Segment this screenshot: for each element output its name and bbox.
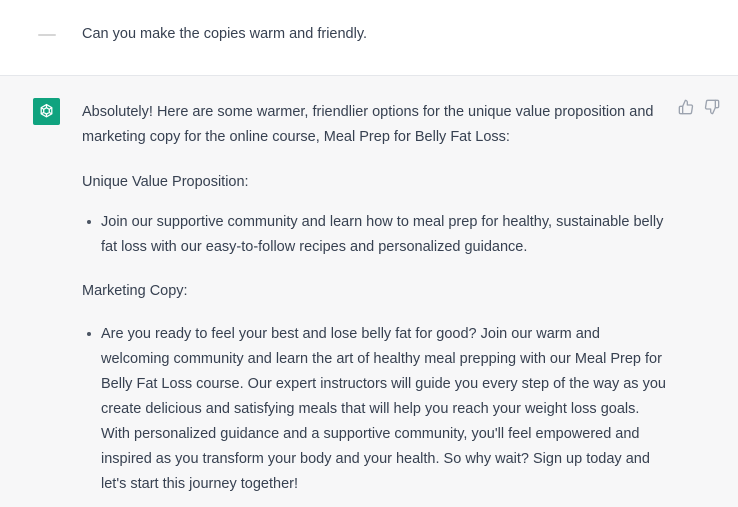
user-avatar: [33, 21, 61, 49]
feedback-buttons: [678, 99, 720, 115]
section-label-uvp: Unique Value Proposition:: [82, 174, 249, 190]
section-label-marketing: Marketing Copy:: [82, 283, 188, 299]
thumbs-down-icon[interactable]: [704, 99, 720, 115]
thumbs-up-icon[interactable]: [678, 99, 694, 115]
user-message-text: Can you make the copies warm and friendl…: [82, 26, 368, 42]
list-item: Are you ready to feel your best and lose…: [87, 322, 671, 497]
assistant-intro-text: Absolutely! Here are some warmer, friend…: [82, 104, 654, 145]
list-item: Join our supportive community and learn …: [87, 210, 671, 260]
assistant-message-content: Absolutely! Here are some warmer, friend…: [82, 100, 672, 492]
openai-logo-icon: [33, 98, 60, 125]
user-message-row: Can you make the copies warm and friendl…: [0, 0, 738, 76]
assistant-message-row: Absolutely! Here are some warmer, friend…: [0, 76, 738, 507]
